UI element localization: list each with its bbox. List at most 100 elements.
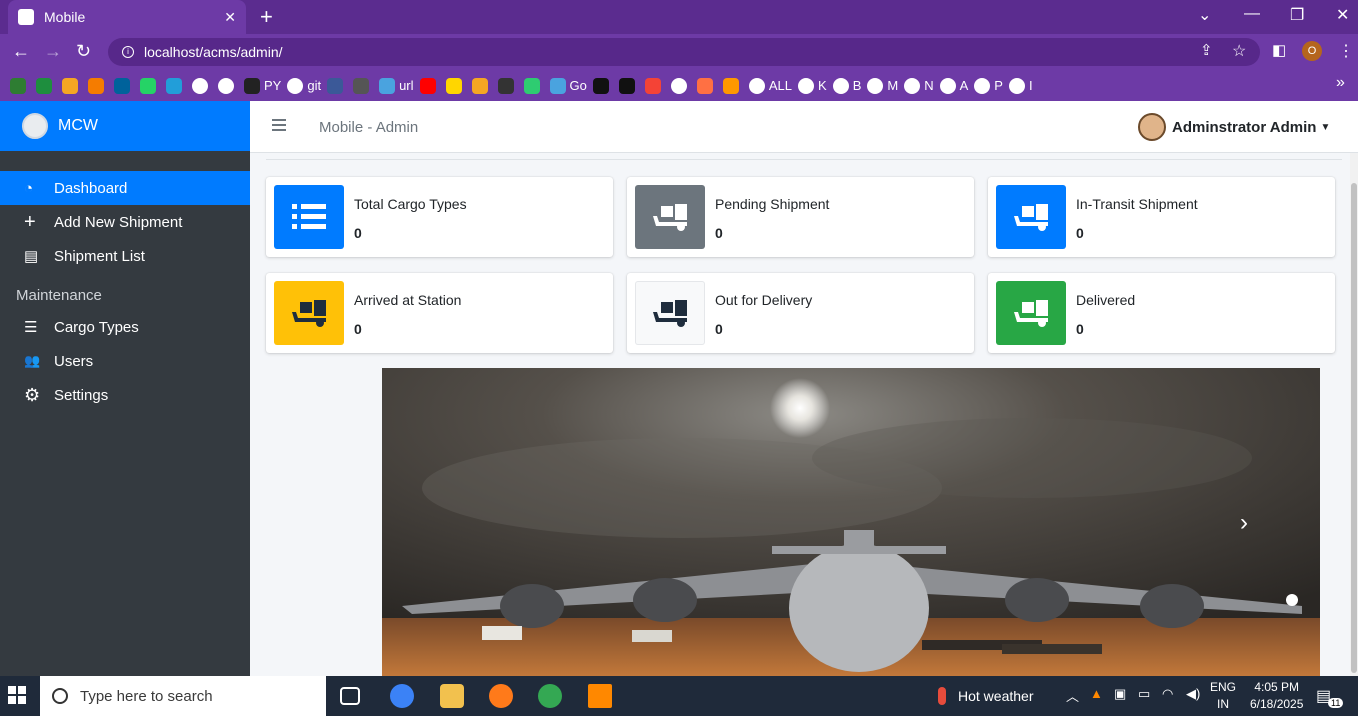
ieee-icon — [114, 77, 130, 94]
google-icon — [904, 77, 921, 94]
bookmark-item[interactable] — [618, 77, 639, 94]
carousel-next-icon[interactable]: › — [1240, 509, 1248, 537]
dolly-icon — [996, 185, 1066, 249]
bookmark-item[interactable]: B — [832, 77, 861, 94]
bookmark-item[interactable]: N — [904, 77, 934, 94]
bookmark-item[interactable] — [670, 77, 691, 94]
tab-search-icon[interactable]: ⌄ — [1198, 5, 1211, 25]
bookmark-item[interactable]: url — [379, 77, 414, 94]
bookmark-item[interactable] — [192, 77, 212, 94]
sidebar-item-label: Dashboard — [54, 179, 128, 197]
profile-avatar[interactable]: O — [1302, 41, 1322, 61]
clock[interactable]: 4:05 PM 6/18/2025 — [1250, 679, 1303, 713]
bookmark-item[interactable] — [419, 77, 440, 94]
bookmark-item[interactable] — [327, 77, 347, 94]
user-menu[interactable]: Adminstrator Admin ▼ — [1138, 113, 1330, 141]
tab-title: Mobile — [44, 9, 86, 25]
back-icon[interactable]: ← — [12, 41, 30, 62]
vlc-icon[interactable] — [588, 684, 612, 708]
notification-count-badge: 11 — [1328, 698, 1344, 708]
forward-icon[interactable]: → — [44, 41, 62, 62]
grid-icon — [327, 77, 344, 94]
bookmark-item[interactable] — [353, 77, 373, 94]
bookmark-item[interactable] — [722, 77, 743, 94]
sidebar-item-shipment-list[interactable]: ▤ Shipment List — [0, 239, 250, 273]
bookmark-item[interactable] — [88, 77, 108, 94]
windows-start-icon[interactable] — [8, 686, 26, 704]
hamburger-icon[interactable] — [272, 119, 286, 134]
info-box-delivered: Delivered 0 — [988, 273, 1335, 353]
bookmark-star-icon[interactable]: ☆ — [1232, 41, 1246, 61]
sidebar-item-users[interactable]: 👥 Users — [0, 344, 250, 378]
bookmark-item[interactable] — [10, 77, 30, 94]
tab-close-icon[interactable]: ✕ — [224, 9, 236, 26]
tray-chevron-up-icon[interactable]: ︿ — [1066, 686, 1079, 705]
weather-text: Hot weather — [958, 688, 1034, 704]
bookmark-item[interactable]: Go — [549, 77, 587, 94]
taskbar-search-input[interactable]: Type here to search — [40, 676, 326, 716]
bookmark-item[interactable]: A — [939, 77, 968, 94]
minimize-icon[interactable]: — — [1244, 5, 1260, 23]
bookmark-item[interactable] — [592, 77, 613, 94]
menu-icon[interactable]: ⋮ — [1338, 41, 1354, 61]
copilot-icon[interactable] — [390, 684, 414, 708]
firefox-icon[interactable] — [489, 684, 513, 708]
weather-widget[interactable]: Hot weather — [938, 687, 1033, 705]
bookmark-item[interactable] — [218, 77, 238, 94]
bookmark-item[interactable]: P — [974, 77, 1003, 94]
chrome-icon[interactable] — [538, 684, 562, 708]
volume-icon[interactable]: ◀) — [1186, 686, 1200, 702]
camera-icon[interactable]: ▣ — [1114, 686, 1126, 702]
bookmark-item[interactable] — [445, 77, 466, 94]
site-info-icon[interactable]: i — [122, 46, 134, 58]
bookmark-item[interactable] — [166, 77, 186, 94]
sidebar-item-label: Cargo Types — [54, 318, 139, 336]
bookmark-item[interactable] — [497, 77, 518, 94]
side-panel-icon[interactable]: ◧ — [1272, 41, 1286, 59]
main-content: Total Cargo Types 0 Pending Shipment 0 I… — [250, 153, 1350, 676]
battery-icon[interactable]: ▭ — [1138, 686, 1150, 702]
sidebar-item-cargo-types[interactable]: ☰ Cargo Types — [0, 310, 250, 344]
sidebar-item-dashboard[interactable]: ◔ Dashboard — [0, 171, 250, 205]
close-window-icon[interactable]: ✕ — [1336, 5, 1349, 25]
file-explorer-icon[interactable] — [440, 684, 464, 708]
language-indicator[interactable]: ENG IN — [1210, 679, 1236, 713]
more-bookmarks-icon[interactable]: » — [1336, 74, 1345, 92]
bookmark-label: I — [1028, 78, 1033, 93]
bookmark-item[interactable] — [471, 77, 492, 94]
sidebar-item-label: Settings — [54, 386, 109, 404]
bookmark-item[interactable] — [62, 77, 82, 94]
wifi-icon[interactable]: ◠ — [1162, 686, 1173, 702]
bookmark-item[interactable]: K — [798, 77, 827, 94]
bookmark-item[interactable]: M — [867, 77, 898, 94]
bookmark-item[interactable] — [696, 77, 717, 94]
top-navbar: Mobile - Admin Adminstrator Admin ▼ — [250, 101, 1358, 153]
bookmark-item[interactable]: ALL — [748, 77, 792, 94]
bookmark-item[interactable]: I — [1008, 77, 1033, 94]
carousel-image — [382, 368, 1320, 676]
task-view-icon[interactable] — [340, 687, 360, 705]
brand-link[interactable]: MCW — [0, 101, 250, 151]
bookmark-label: git — [307, 78, 322, 93]
sidebar-item-settings[interactable]: ⚙ Settings — [0, 378, 250, 412]
bookmark-item[interactable] — [114, 77, 134, 94]
bookmark-item[interactable] — [140, 77, 160, 94]
reload-icon[interactable]: ↻ — [76, 41, 91, 62]
bookmark-item[interactable] — [644, 77, 665, 94]
info-box-label: In-Transit Shipment — [1076, 196, 1198, 212]
users-icon: 👥 — [24, 353, 41, 368]
bookmark-item[interactable] — [523, 77, 544, 94]
share-icon[interactable]: ⇪ — [1200, 41, 1213, 59]
new-tab-button[interactable]: + — [260, 4, 273, 30]
sidebar-section-header: Maintenance — [16, 287, 102, 304]
bookmark-item[interactable]: PY — [244, 77, 281, 94]
info-box-arrived-at-station: Arrived at Station 0 — [266, 273, 613, 353]
vlc-tray-icon[interactable]: ▲ — [1090, 686, 1103, 701]
sidebar-item-add-new-shipment[interactable]: + Add New Shipment — [0, 205, 250, 239]
url-bar[interactable]: i localhost/acms/admin/ — [108, 38, 1260, 66]
bookmark-item[interactable] — [36, 77, 56, 94]
bookmark-item[interactable]: git — [287, 77, 322, 94]
page-scrollbar[interactable] — [1350, 153, 1358, 676]
restore-icon[interactable]: ❐ — [1290, 5, 1304, 25]
browser-tab[interactable]: Mobile ✕ — [8, 0, 246, 34]
